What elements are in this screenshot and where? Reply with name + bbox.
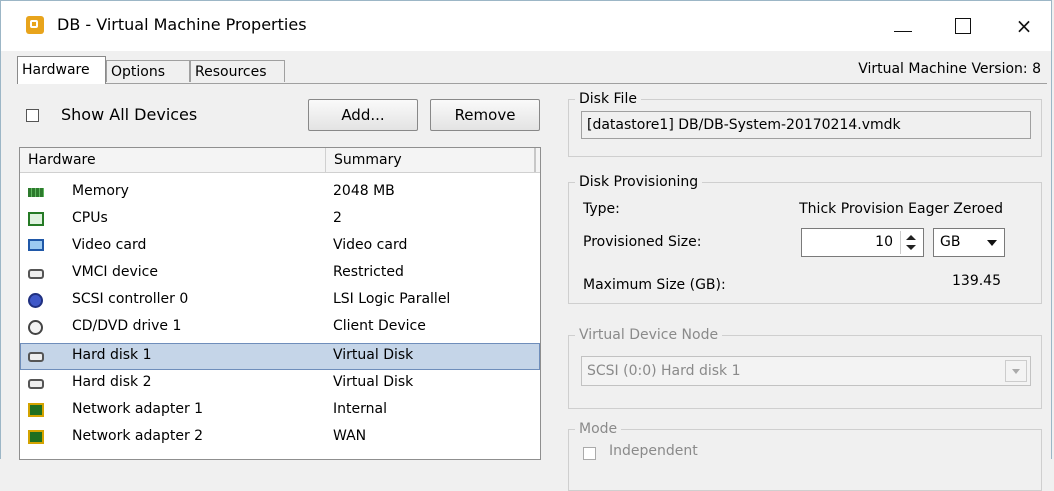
disk-provisioning-legend: Disk Provisioning <box>579 174 699 190</box>
memory-icon <box>28 188 44 197</box>
row-name: CPUs <box>72 210 108 226</box>
spin-down-icon[interactable] <box>906 245 916 250</box>
table-row[interactable]: Network adapter 1 Internal <box>20 397 540 424</box>
table-row[interactable]: CD/DVD drive 1 Client Device <box>20 314 540 341</box>
type-label: Type: <box>583 201 620 217</box>
row-name: Hard disk 1 <box>72 347 152 363</box>
row-summary: 2 <box>333 210 342 226</box>
hard-disk-icon <box>28 379 44 389</box>
independent-label[interactable]: Independent <box>609 443 698 459</box>
disk-file-legend: Disk File <box>579 91 637 107</box>
row-summary: WAN <box>333 428 367 444</box>
row-summary: Restricted <box>333 264 404 280</box>
table-row[interactable]: VMCI device Restricted <box>20 260 540 287</box>
chevron-down-icon[interactable] <box>1005 360 1027 382</box>
row-summary: Client Device <box>333 318 426 334</box>
row-name: Memory <box>72 183 129 199</box>
show-all-devices-checkbox[interactable] <box>26 109 39 122</box>
table-row[interactable]: CPUs 2 <box>20 206 540 233</box>
network-adapter-icon <box>28 430 44 444</box>
cd-dvd-icon <box>28 320 43 335</box>
tab-options[interactable]: Options <box>106 60 190 82</box>
provisioned-size-label: Provisioned Size: <box>583 234 702 250</box>
row-name: CD/DVD drive 1 <box>72 318 182 334</box>
vm-properties-window: DB - Virtual Machine Properties × Hardwa… <box>0 0 1052 491</box>
row-name: Network adapter 1 <box>72 401 204 417</box>
row-name: VMCI device <box>72 264 158 280</box>
table-row[interactable]: SCSI controller 0 LSI Logic Parallel <box>20 287 540 314</box>
column-header-summary[interactable]: Summary <box>326 148 536 172</box>
tab-hardware[interactable]: Hardware <box>17 56 106 84</box>
hardware-list-header: Hardware Summary <box>20 148 540 173</box>
size-unit-value: GB <box>940 234 961 250</box>
virtual-device-node-legend: Virtual Device Node <box>579 327 719 343</box>
close-button[interactable]: × <box>1001 1 1047 51</box>
type-value: Thick Provision Eager Zeroed <box>799 201 1003 217</box>
vm-version-label: Virtual Machine Version: 8 <box>858 61 1041 77</box>
tab-panel-border <box>17 83 1047 84</box>
hard-disk-icon <box>28 352 44 362</box>
row-summary: LSI Logic Parallel <box>333 291 451 307</box>
vmware-app-icon <box>26 16 44 34</box>
tab-resources[interactable]: Resources <box>190 60 285 82</box>
maximum-size-label: Maximum Size (GB): <box>583 277 726 293</box>
table-row[interactable]: Memory 2048 MB <box>20 179 540 206</box>
remove-button[interactable]: Remove <box>430 99 540 131</box>
hardware-list[interactable]: Hardware Summary Memory 2048 MB CPUs 2 V… <box>19 147 541 460</box>
table-row[interactable]: Video card Video card <box>20 233 540 260</box>
stepper-arrows[interactable] <box>900 231 921 254</box>
row-summary: 2048 MB <box>333 183 395 199</box>
table-row-selected[interactable]: Hard disk 1 Virtual Disk <box>20 343 540 370</box>
virtual-device-node-select[interactable]: SCSI (0:0) Hard disk 1 <box>581 356 1031 386</box>
table-row[interactable]: Hard disk 2 Virtual Disk <box>20 370 540 397</box>
provisioned-size-stepper[interactable]: 10 <box>801 228 924 257</box>
row-summary: Internal <box>333 401 387 417</box>
show-all-devices-label[interactable]: Show All Devices <box>61 105 197 124</box>
vmci-device-icon <box>28 269 44 279</box>
row-name: Video card <box>72 237 147 253</box>
size-unit-select[interactable]: GB <box>933 228 1005 257</box>
title-bar[interactable]: DB - Virtual Machine Properties × <box>1 1 1051 51</box>
independent-checkbox[interactable] <box>583 447 596 460</box>
row-name: Network adapter 2 <box>72 428 204 444</box>
window-title: DB - Virtual Machine Properties <box>57 15 307 34</box>
row-summary: Virtual Disk <box>333 374 414 390</box>
chevron-down-icon[interactable] <box>987 240 997 246</box>
row-name: SCSI controller 0 <box>72 291 189 307</box>
virtual-device-node-value: SCSI (0:0) Hard disk 1 <box>587 363 741 379</box>
add-button[interactable]: Add... <box>308 99 418 131</box>
video-card-icon <box>28 239 44 251</box>
mode-legend: Mode <box>579 421 618 437</box>
row-summary: Virtual Disk <box>333 347 414 363</box>
scsi-controller-icon <box>28 293 43 308</box>
cpu-icon <box>28 212 44 226</box>
maximum-size-value: 139.45 <box>952 273 1001 289</box>
maximize-icon <box>955 18 971 34</box>
maximize-button[interactable] <box>941 1 987 51</box>
network-adapter-icon <box>28 403 44 417</box>
minimize-icon <box>894 31 912 32</box>
disk-file-field[interactable]: [datastore1] DB/DB-System-20170214.vmdk <box>581 111 1031 139</box>
column-header-hardware[interactable]: Hardware <box>20 148 326 172</box>
row-summary: Video card <box>333 237 408 253</box>
row-name: Hard disk 2 <box>72 374 152 390</box>
provisioned-size-value[interactable]: 10 <box>875 234 893 250</box>
minimize-button[interactable] <box>881 1 927 51</box>
spin-up-icon[interactable] <box>906 235 916 240</box>
table-row[interactable]: Network adapter 2 WAN <box>20 424 540 451</box>
